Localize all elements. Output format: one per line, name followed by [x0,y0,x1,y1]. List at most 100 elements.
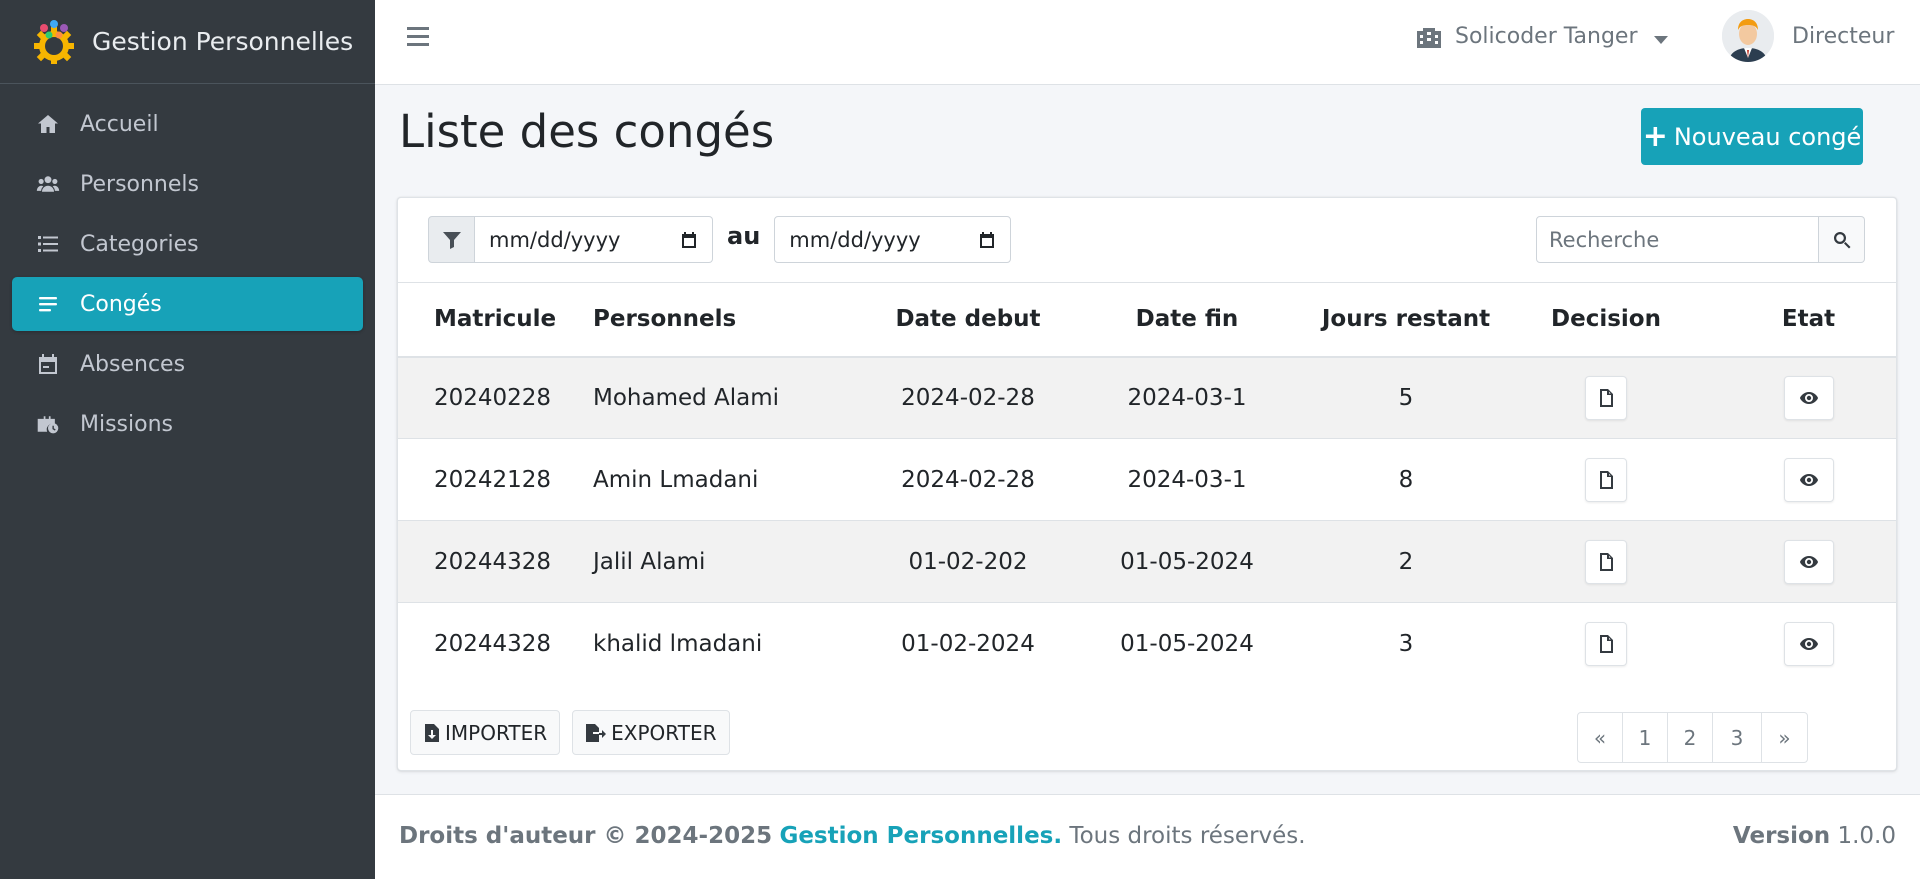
table-header-row: Matricule Personnels Date debut Date fin… [398,282,1896,357]
table-row: 20244328 Jalil Alami 01-02-202 01-05-202… [398,520,1896,603]
cell-decision [1491,357,1721,439]
sidebar-nav: Accueil Personnels Categories Congés Abs… [0,84,375,451]
brand-logo-icon [34,19,74,64]
column-header-personnels[interactable]: Personnels [593,283,883,357]
users-icon [34,172,62,196]
page-title: Liste des congés [399,105,775,158]
cell-etat [1721,357,1896,439]
file-import-icon [425,723,439,742]
date-to-input[interactable]: mm/dd/yyyy [774,216,1012,263]
pagination-page-1[interactable]: 1 [1622,712,1668,763]
footer-brand-link[interactable]: Gestion Personnelles. [779,823,1062,849]
decision-document-button[interactable] [1585,621,1627,666]
avatar [1722,10,1774,62]
sidebar-item-label: Personnels [80,171,199,197]
eye-icon [1799,391,1818,404]
sidebar-item-label: Absences [80,351,186,377]
copyright-suffix: Tous droits réservés. [1069,823,1306,849]
briefcase-clock-icon [34,412,62,436]
sidebar-item-categories[interactable]: Categories [12,217,363,271]
pagination-next[interactable]: » [1761,712,1808,763]
cell-date-fin: 2024-03-1 [1127,384,1247,411]
search-button[interactable] [1819,216,1865,263]
file-icon [1600,470,1613,489]
decision-document-button[interactable] [1585,375,1627,420]
sidebar: Gestion Personnelles Accueil Personnels … [0,0,375,879]
file-icon [1600,388,1613,407]
cell-matricule: 20244328 [434,548,552,575]
column-header-matricule[interactable]: Matricule [398,283,593,357]
calendar-icon [34,352,62,376]
import-export-actions: IMPORTER EXPORTER [410,710,742,755]
sidebar-item-missions[interactable]: Missions [12,397,363,451]
decision-document-button[interactable] [1585,457,1627,502]
filter-icon [442,231,461,249]
cell-date-debut: 2024-02-28 [901,384,1035,411]
conges-card: mm/dd/yyyy au mm/dd/yyyy Recherche Matri… [397,197,1897,771]
cell-date-fin: 2024-03-1 [1127,466,1247,493]
view-button[interactable] [1783,375,1834,420]
brand[interactable]: Gestion Personnelles [0,0,375,84]
cell-date-fin: 01-05-2024 [1120,548,1254,575]
cell-date-debut: 2024-02-28 [901,466,1035,493]
pagination-page-2[interactable]: 2 [1667,712,1713,763]
view-button[interactable] [1783,539,1834,584]
cell-date-fin: 01-05-2024 [1120,630,1254,657]
bars-icon [34,292,62,316]
cell-etat [1721,439,1896,521]
eye-icon [1799,637,1818,650]
topbar: Solicoder Tanger Directeur [375,0,1920,85]
cell-matricule: 20244328 [434,630,552,657]
company-selector[interactable]: Solicoder Tanger [1415,24,1668,49]
footer: Droits d'auteur © 2024-2025 Gestion Pers… [375,794,1920,879]
sidebar-item-label: Congés [80,291,162,317]
menu-toggle-icon[interactable] [407,27,429,49]
export-button[interactable]: EXPORTER [572,710,730,755]
column-header-date-debut[interactable]: Date debut [883,283,1053,357]
column-header-decision[interactable]: Decision [1491,283,1721,357]
cell-personnel: khalid lmadani [593,630,763,657]
column-header-date-fin[interactable]: Date fin [1053,283,1321,357]
search-placeholder: Recherche [1549,227,1660,252]
pagination-prev[interactable]: « [1577,712,1623,763]
decision-document-button[interactable] [1585,539,1627,584]
calendar-picker-icon[interactable] [978,231,996,249]
new-conge-label: Nouveau congé [1673,122,1862,151]
cell-jours-restant: 2 [1398,548,1414,575]
footer-version: Version 1.0.0 [1733,823,1896,849]
chevron-down-icon [1653,35,1668,44]
calendar-picker-icon[interactable] [680,231,698,249]
file-export-icon [586,723,607,742]
file-icon [1600,552,1613,571]
search-input[interactable]: Recherche [1536,216,1819,263]
plus-icon: + [1642,119,1668,154]
sidebar-item-personnels[interactable]: Personnels [12,157,363,211]
sidebar-item-label: Missions [80,411,173,437]
brand-name: Gestion Personnelles [92,27,354,56]
user-menu[interactable]: Directeur [1722,10,1894,62]
company-name: Solicoder Tanger [1455,24,1638,49]
sidebar-item-accueil[interactable]: Accueil [12,97,363,151]
cell-decision [1491,439,1721,521]
user-role: Directeur [1792,23,1895,49]
date-filter: mm/dd/yyyy au mm/dd/yyyy [428,216,1012,263]
cell-date-debut: 01-02-202 [908,548,1028,575]
sidebar-item-absences[interactable]: Absences [12,337,363,391]
new-conge-button[interactable]: + Nouveau congé [1641,108,1863,165]
view-button[interactable] [1783,621,1834,666]
pagination-page-3[interactable]: 3 [1712,712,1762,763]
filter-button[interactable] [428,216,475,263]
view-button[interactable] [1783,457,1834,502]
column-header-etat[interactable]: Etat [1721,283,1896,357]
date-from-placeholder: mm/dd/yyyy [489,227,621,252]
sidebar-item-conges[interactable]: Congés [12,277,363,331]
list-icon [34,232,62,256]
cell-personnel: Mohamed Alami [593,384,780,411]
date-from-input[interactable]: mm/dd/yyyy [475,216,713,263]
column-header-jours-restant[interactable]: Jours restant [1321,283,1491,357]
import-button[interactable]: IMPORTER [410,710,561,755]
copyright-prefix: Droits d'auteur © 2024-2025 [399,823,773,849]
table-row: 20242128 Amin Lmadani 2024-02-28 2024-03… [398,438,1896,521]
cell-personnel: Amin Lmadani [593,466,759,493]
cell-jours-restant: 8 [1398,466,1414,493]
